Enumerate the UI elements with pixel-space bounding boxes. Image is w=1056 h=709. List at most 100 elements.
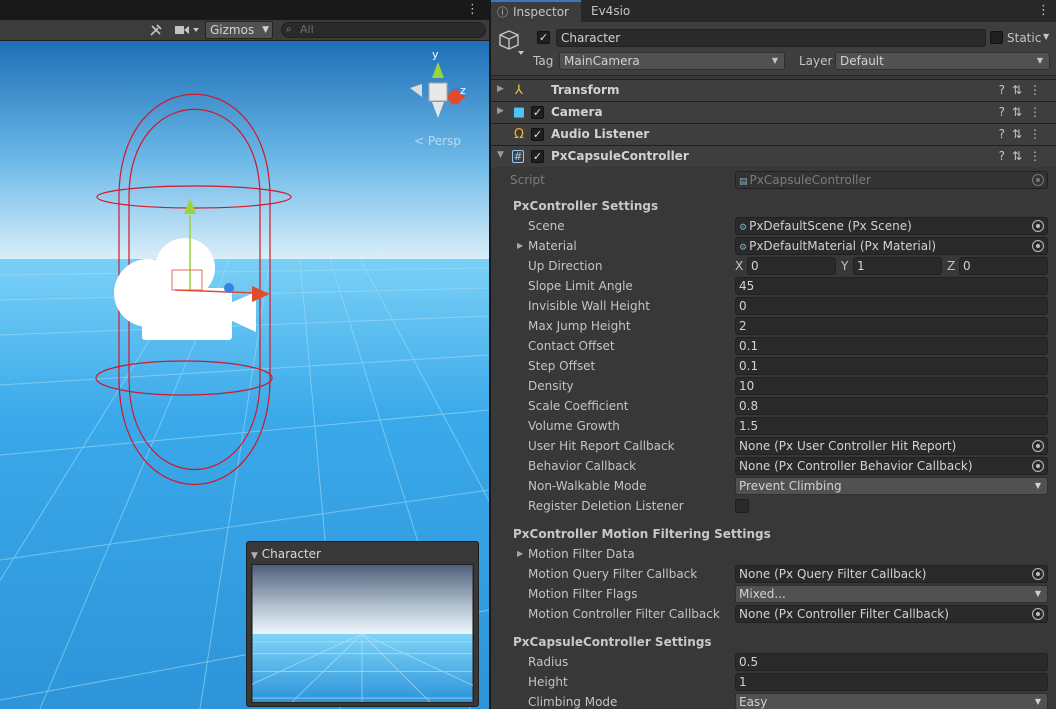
object-picker-icon[interactable]	[1032, 568, 1044, 580]
property-label: Radius	[528, 655, 569, 669]
layer-dropdown[interactable]: Default ▼	[835, 52, 1050, 70]
register-deletion-checkbox[interactable]	[735, 499, 749, 513]
static-checkbox[interactable]	[990, 31, 1003, 44]
height-input[interactable]: 1	[735, 673, 1048, 691]
property-label: Motion Filter Flags	[528, 587, 638, 601]
script-field[interactable]: ▤ PxCapsuleController	[735, 171, 1048, 189]
help-icon[interactable]: ?	[999, 149, 1012, 163]
chevron-down-icon: ▼	[1034, 589, 1041, 598]
gameobject-cube-icon[interactable]	[498, 29, 524, 59]
component-name: Audio Listener	[551, 127, 650, 141]
component-camera[interactable]: ▶ ■ ✓ Camera ?⇅⋮	[491, 101, 1056, 123]
static-dropdown-arrow-icon[interactable]: ▼	[1043, 32, 1049, 41]
radius-input[interactable]: 0.5	[735, 653, 1048, 671]
help-icon[interactable]: ?	[999, 127, 1012, 141]
scene-object-field[interactable]: ⚙ PxDefaultScene (Px Scene)	[735, 217, 1048, 235]
object-picker-icon[interactable]	[1032, 440, 1044, 452]
collapse-arrow-icon[interactable]: ▼	[497, 150, 504, 160]
density-input[interactable]: 10	[735, 377, 1048, 395]
invisible-wall-height-input[interactable]: 0	[735, 297, 1048, 315]
behavior-object-field[interactable]: None (Px Controller Behavior Callback)	[735, 457, 1048, 475]
property-script: Script ▤ PxCapsuleController	[491, 170, 1056, 190]
slope-limit-input[interactable]: 45	[735, 277, 1048, 295]
expand-arrow-icon[interactable]: ▶	[497, 84, 504, 94]
scene-search-input[interactable]: ⌕ All	[281, 22, 486, 38]
object-picker-icon[interactable]	[1032, 240, 1044, 252]
enabled-checkbox[interactable]: ✓	[531, 106, 544, 119]
property-step-offset: Step Offset 0.1	[491, 356, 1056, 376]
presets-icon[interactable]: ⇅	[1012, 149, 1029, 163]
axis-label: Z	[947, 259, 956, 273]
more-options-icon[interactable]: ⋮	[1029, 149, 1048, 163]
more-options-icon[interactable]: ⋮	[1029, 127, 1048, 141]
user-hit-object-field[interactable]: None (Px User Controller Hit Report)	[735, 437, 1048, 455]
motion-filter-flags-dropdown[interactable]: Mixed... ▼	[735, 585, 1048, 603]
layer-label: Layer	[799, 54, 833, 68]
max-jump-height-input[interactable]: 2	[735, 317, 1048, 335]
component-pxcapsulecontroller[interactable]: ▼ # ✓ PxCapsuleController ?⇅⋮	[491, 145, 1056, 167]
motion-controller-object-field[interactable]: None (Px Controller Filter Callback)	[735, 605, 1048, 623]
property-label: Density	[528, 379, 574, 393]
vector-y-input[interactable]: 1	[853, 257, 942, 275]
property-density: Density 10	[491, 376, 1056, 396]
scale-coefficient-input[interactable]: 0.8	[735, 397, 1048, 415]
presets-icon[interactable]: ⇅	[1012, 105, 1029, 119]
more-options-icon[interactable]: ⋮	[1029, 105, 1048, 119]
climbing-mode-dropdown[interactable]: Easy ▼	[735, 693, 1048, 709]
property-label[interactable]: Motion Filter Data	[528, 547, 635, 561]
field-value: None (Px Query Filter Callback)	[739, 567, 927, 581]
volume-growth-input[interactable]: 1.5	[735, 417, 1048, 435]
camera-preview-window: ▼ Character	[246, 541, 479, 707]
object-picker-icon[interactable]	[1032, 220, 1044, 232]
component-transform[interactable]: ▶ ⅄ Transform ?⇅⋮	[491, 79, 1056, 101]
property-volume-growth: Volume Growth 1.5	[491, 416, 1056, 436]
more-options-icon[interactable]: ⋮	[466, 2, 479, 17]
presets-icon[interactable]: ⇅	[1012, 127, 1029, 141]
gizmos-dropdown[interactable]: Gizmos ▼	[205, 21, 273, 39]
object-picker-icon[interactable]	[1032, 174, 1044, 186]
chevron-down-icon: ▼	[1036, 56, 1043, 65]
object-name-field[interactable]: Character	[556, 29, 986, 47]
help-icon[interactable]: ?	[999, 83, 1012, 97]
collapse-arrow-icon[interactable]: ▼	[251, 551, 258, 561]
object-picker-icon[interactable]	[1032, 460, 1044, 472]
object-picker-icon[interactable]	[1032, 608, 1044, 620]
field-value: Prevent Climbing	[739, 479, 842, 493]
property-label: Climbing Mode	[528, 695, 618, 709]
expand-arrow-icon[interactable]: ▶	[517, 549, 523, 558]
property-motion-filter-data: ▶ Motion Filter Data	[491, 544, 1056, 564]
more-options-icon[interactable]: ⋮	[1029, 83, 1048, 97]
presets-icon[interactable]: ⇅	[1012, 83, 1029, 97]
enabled-checkbox[interactable]: ✓	[531, 128, 544, 141]
help-icon[interactable]: ?	[999, 105, 1012, 119]
field-value: None (Px Controller Behavior Callback)	[739, 459, 973, 473]
camera-preview-name: Character	[261, 547, 321, 561]
axis-z-label: z	[460, 84, 466, 97]
material-object-field[interactable]: ⚙ PxDefaultMaterial (Px Material)	[735, 237, 1048, 255]
property-label: Material	[528, 239, 577, 253]
up-direction-x: X 0	[735, 257, 837, 275]
contact-offset-input[interactable]: 0.1	[735, 337, 1048, 355]
tab-inspector[interactable]: ⓘ Inspector	[491, 0, 581, 22]
expand-arrow-icon[interactable]: ▶	[517, 241, 523, 250]
expand-arrow-icon[interactable]: ▶	[497, 106, 504, 116]
projection-toggle[interactable]: < Persp	[414, 134, 461, 148]
scene-view[interactable]: ⋮ Gizmos ▼ ⌕ All y z < Persp ▼ Character	[0, 0, 489, 709]
active-checkbox[interactable]: ✓	[537, 31, 550, 44]
motion-query-object-field[interactable]: None (Px Query Filter Callback)	[735, 565, 1048, 583]
component-audio-listener[interactable]: Ω ✓ Audio Listener ?⇅⋮	[491, 123, 1056, 145]
camera-settings-icon[interactable]	[172, 21, 202, 39]
tab-ev4sio-label: Ev4sio	[591, 4, 631, 18]
enabled-checkbox[interactable]: ✓	[531, 150, 544, 163]
step-offset-input[interactable]: 0.1	[735, 357, 1048, 375]
tag-dropdown[interactable]: MainCamera ▼	[559, 52, 785, 70]
vector-x-input[interactable]: 0	[747, 257, 836, 275]
non-walkable-mode-dropdown[interactable]: Prevent Climbing ▼	[735, 477, 1048, 495]
property-label: Max Jump Height	[528, 319, 631, 333]
more-options-icon[interactable]: ⋮	[1037, 3, 1050, 18]
tools-icon[interactable]	[146, 21, 166, 39]
vector-z-input[interactable]: 0	[959, 257, 1048, 275]
scene-tab-strip: ⋮	[0, 0, 489, 20]
component-name: Camera	[551, 105, 603, 119]
tab-ev4sio[interactable]: Ev4sio	[585, 0, 645, 22]
